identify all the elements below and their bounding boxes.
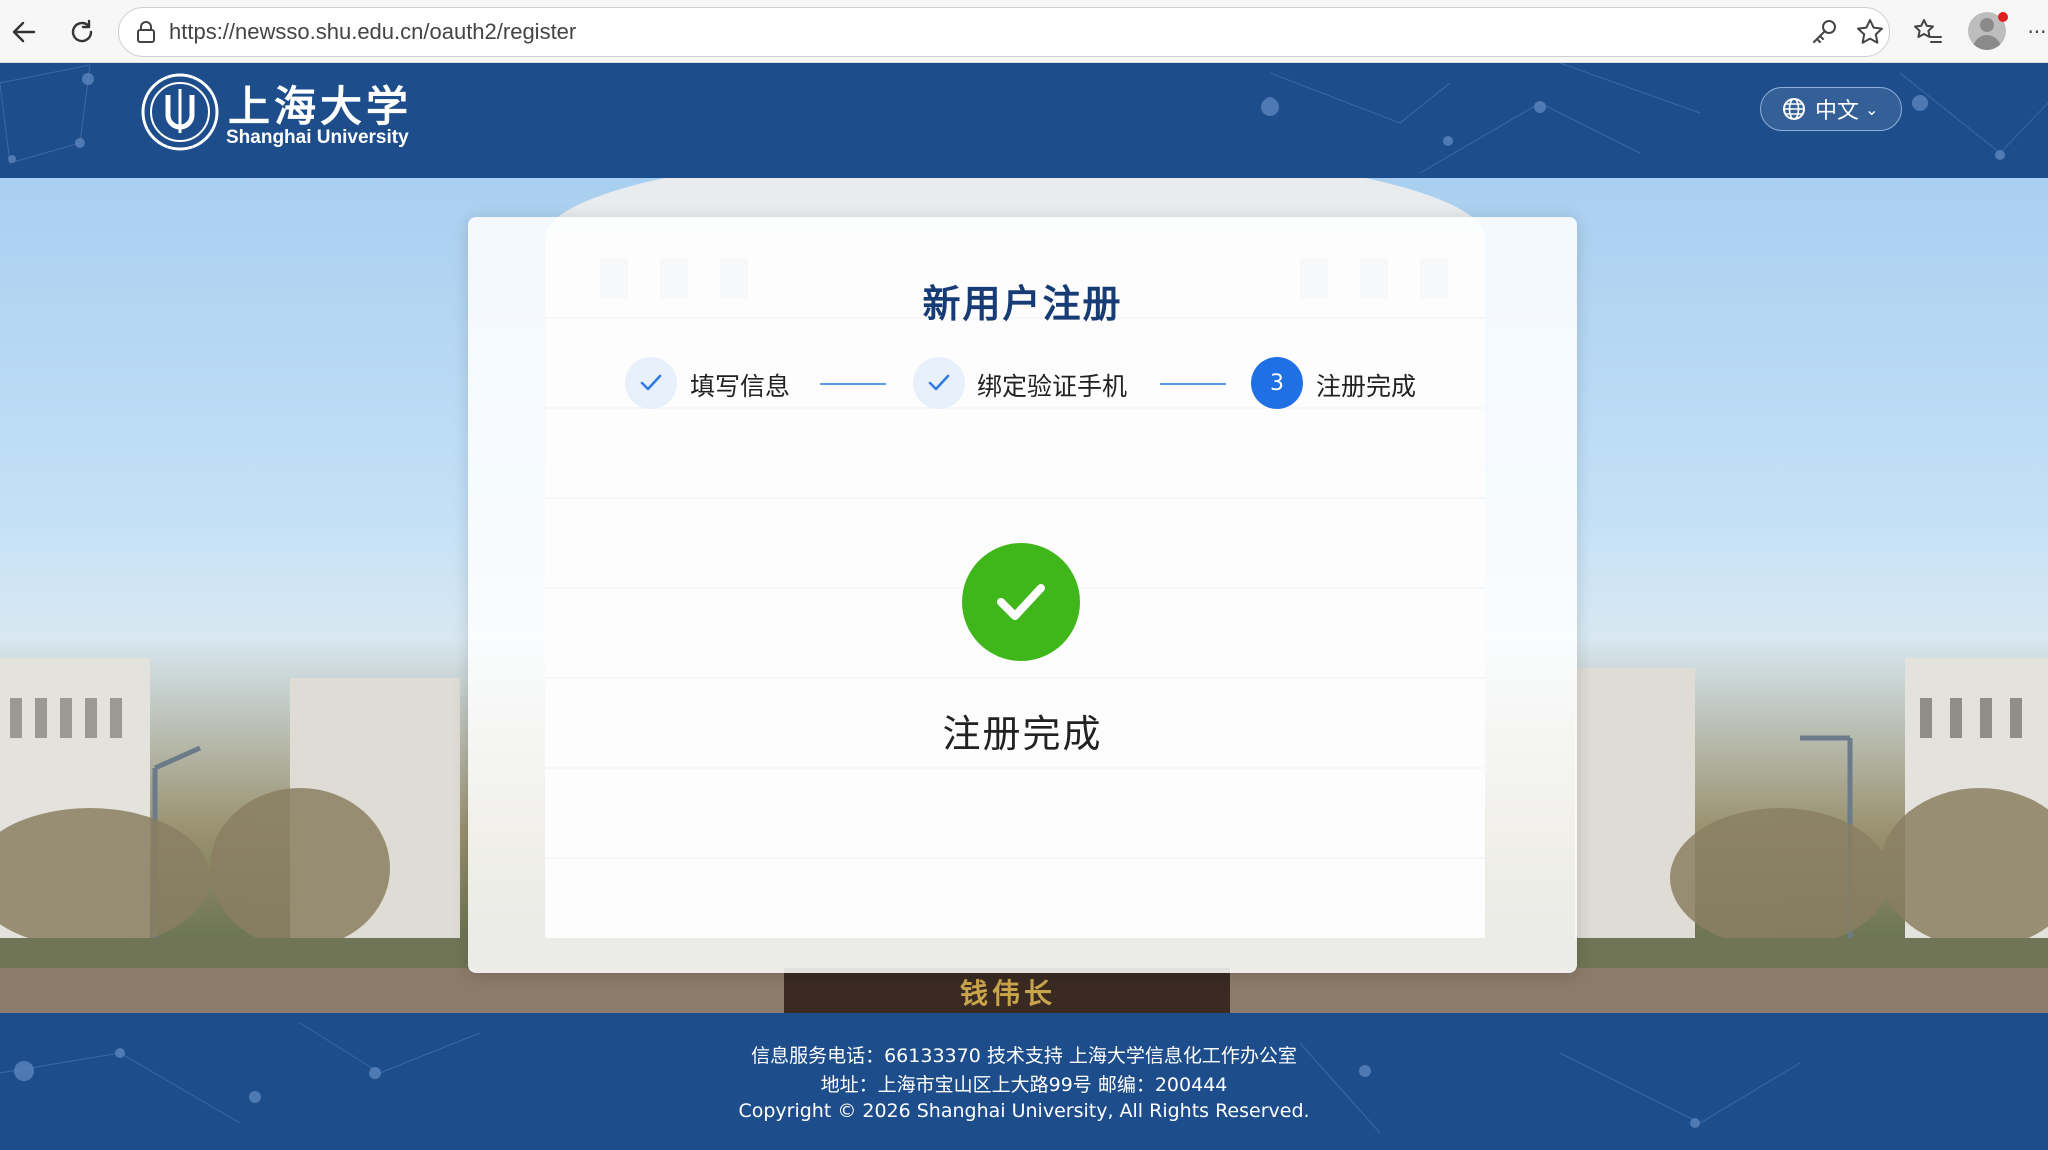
favorites-icon[interactable]: [1910, 14, 1946, 50]
globe-icon: [1783, 98, 1805, 120]
step-2-check-icon: [913, 357, 965, 409]
statue-inscription: 钱伟长: [960, 977, 1057, 1010]
step-1-check-icon: [625, 357, 677, 409]
step-connector-1: [820, 383, 886, 385]
step-connector-2: [1160, 383, 1226, 385]
footer-copyright: Copyright © 2026 Shanghai University, Al…: [738, 1100, 1310, 1122]
success-message: 注册完成: [942, 712, 1103, 756]
registration-steps: 填写信息 绑定验证手机 3 注册完成: [468, 357, 1577, 409]
step-3-number: 3: [1251, 357, 1303, 409]
lock-icon[interactable]: [133, 19, 159, 45]
success-check-icon: [962, 543, 1080, 661]
step-1-label: 填写信息: [690, 372, 791, 401]
site-footer: 信息服务电话：66133370 技术支持 上海大学信息化工作办公室 地址：上海市…: [0, 1013, 2048, 1150]
more-menu-icon[interactable]: ···: [2026, 14, 2048, 50]
reload-icon[interactable]: [62, 12, 102, 52]
page-title: 新用户注册: [922, 282, 1123, 326]
step-3-label: 注册完成: [1316, 372, 1417, 401]
address-bar[interactable]: https://newsso.shu.edu.cn/oauth2/registe…: [118, 7, 1890, 57]
browser-toolbar: https://newsso.shu.edu.cn/oauth2/registe…: [0, 0, 2048, 63]
language-label: 中文: [1815, 99, 1860, 124]
registration-card: 新用户注册 填写信息 绑定验证手机 3 注册完成 注册完成: [468, 217, 1577, 973]
star-icon[interactable]: [1852, 14, 1888, 50]
site-header: 上海大学 Shanghai University 中文 ⌄: [0, 63, 2048, 178]
footer-address: 地址：上海市宝山区上大路99号 邮编：200444: [820, 1074, 1228, 1096]
logo-chinese-name: 上海大学: [228, 82, 413, 131]
chevron-down-icon: ⌄: [1865, 99, 1879, 119]
footer-contact: 信息服务电话：66133370 技术支持 上海大学信息化工作办公室: [751, 1045, 1297, 1067]
key-icon[interactable]: [1806, 14, 1842, 50]
back-arrow-icon[interactable]: [4, 12, 44, 52]
notification-dot: [1998, 12, 2008, 22]
step-2-label: 绑定验证手机: [977, 372, 1128, 401]
url-text: https://newsso.shu.edu.cn/oauth2/registe…: [169, 19, 577, 44]
language-selector[interactable]: 中文 ⌄: [1760, 87, 1902, 131]
logo-english-name: Shanghai University: [226, 127, 409, 148]
university-seal-logo: [141, 73, 219, 151]
